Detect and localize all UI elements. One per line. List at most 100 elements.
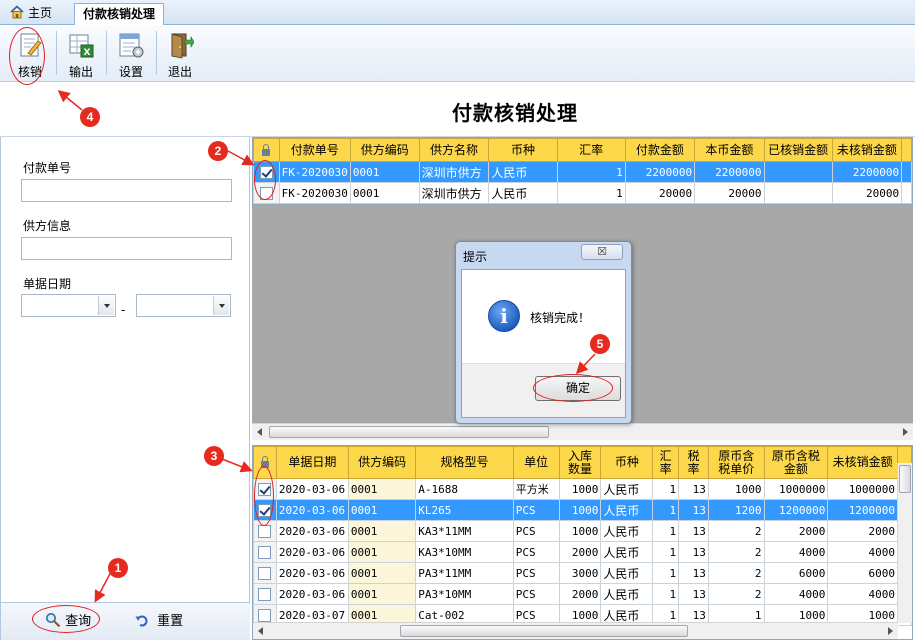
table-cell[interactable]: PCS	[512, 499, 560, 521]
table-cell[interactable]: 4000	[827, 583, 899, 605]
column-header[interactable]: 原币含 税单价	[707, 446, 765, 479]
close-icon[interactable]: ☒	[581, 244, 623, 260]
payment-grid-hscrollbar[interactable]	[252, 423, 913, 440]
table-row[interactable]: FK-2020030 0001 深圳市供方 人民币 1 2200000 2200000 220…	[253, 161, 912, 183]
scroll-left-icon[interactable]	[257, 428, 262, 436]
column-header[interactable]: 未核销金额	[827, 446, 899, 479]
table-cell[interactable]: 2	[707, 541, 765, 563]
table-cell[interactable]: 1000000	[763, 478, 829, 500]
table-cell[interactable]: 2000	[558, 541, 602, 563]
table-cell[interactable]: 2	[707, 583, 765, 605]
table-cell[interactable]: 人民币	[488, 182, 558, 204]
table-cell[interactable]: 人民币	[600, 499, 654, 521]
dropdown-arrow-icon[interactable]	[213, 296, 229, 315]
row-checkbox[interactable]	[258, 587, 272, 601]
table-cell[interactable]: 深圳市供方	[418, 161, 490, 183]
table-cell[interactable]: 2020-03-06	[275, 583, 349, 605]
column-header[interactable]: 币种	[600, 446, 654, 479]
table-cell[interactable]: 3000	[558, 562, 602, 584]
column-header[interactable]: 付款金额	[624, 138, 696, 162]
reset-button[interactable]: 重置	[135, 611, 183, 633]
scroll-thumb[interactable]	[899, 465, 911, 493]
row-checkbox[interactable]	[258, 524, 272, 538]
tab-home[interactable]: 主页	[4, 3, 58, 25]
table-cell[interactable]: 1000	[558, 520, 602, 542]
export-button[interactable]: X 输出	[59, 29, 103, 79]
table-cell[interactable]: 20000	[831, 182, 903, 204]
column-header[interactable]: 汇 率	[652, 446, 680, 479]
table-cell[interactable]: FK-2020030	[278, 182, 351, 204]
table-cell[interactable]: 13	[678, 583, 709, 605]
table-cell[interactable]: PA3*10MM	[415, 583, 514, 605]
table-cell[interactable]: 1000	[707, 478, 765, 500]
table-cell[interactable]: 13	[678, 562, 709, 584]
scroll-right-icon[interactable]	[903, 428, 908, 436]
table-row[interactable]: FK-2020030 0001 深圳市供方 人民币 1 20000 20000 20000	[253, 182, 912, 204]
table-row[interactable]: 2020-03-06 0001 PA3*10MM PCS 2000 人民币 1 13 2 4000…	[253, 583, 912, 605]
table-cell[interactable]: 1	[652, 499, 680, 521]
table-cell[interactable]: 2	[707, 520, 765, 542]
table-cell[interactable]: PCS	[512, 583, 560, 605]
table-cell[interactable]: 4000	[763, 583, 829, 605]
column-header[interactable]: 供方编码	[347, 446, 417, 479]
table-cell[interactable]: 1000	[558, 478, 602, 500]
table-cell[interactable]: 13	[678, 541, 709, 563]
column-header[interactable]: 未核销金额	[831, 138, 903, 162]
table-cell[interactable]: 2020-03-06	[275, 520, 349, 542]
table-cell[interactable]: 2020-03-06	[275, 562, 349, 584]
column-header[interactable]: 供方名称	[418, 138, 490, 162]
table-cell[interactable]: 2000	[827, 520, 899, 542]
table-cell[interactable]: 人民币	[600, 520, 654, 542]
column-header[interactable]: 单位	[512, 446, 560, 479]
table-cell[interactable]: KL265	[415, 499, 514, 521]
column-header[interactable]: 本币金额	[694, 138, 765, 162]
table-cell[interactable]: 1	[652, 520, 680, 542]
table-cell[interactable]: 人民币	[600, 541, 654, 563]
table-row[interactable]: 2020-03-06 0001 PA3*11MM PCS 3000 人民币 1 13 2 6000…	[253, 562, 912, 584]
column-header[interactable]: 汇率	[556, 138, 626, 162]
table-cell[interactable]: 2020-03-06	[275, 541, 349, 563]
table-row[interactable]: 2020-03-06 0001 KA3*10MM PCS 2000 人民币 1 13 2 4000…	[253, 541, 912, 563]
table-cell[interactable]: 1	[652, 562, 680, 584]
settings-button[interactable]: 设置	[109, 29, 153, 79]
table-cell[interactable]: 13	[678, 478, 709, 500]
table-cell[interactable]: 2	[707, 562, 765, 584]
scroll-right-icon[interactable]	[888, 627, 893, 635]
column-header[interactable]: 供方编码	[349, 138, 420, 162]
table-cell[interactable]: KA3*10MM	[415, 541, 514, 563]
table-cell[interactable]: 0001	[349, 161, 420, 183]
scroll-left-icon[interactable]	[258, 627, 263, 635]
column-header[interactable]: 入库 数量	[558, 446, 602, 479]
receipt-grid-hscrollbar[interactable]	[253, 622, 898, 639]
table-cell[interactable]: KA3*11MM	[415, 520, 514, 542]
table-cell[interactable]: 6000	[827, 562, 899, 584]
table-row[interactable]: 2020-03-06 0001 KA3*11MM PCS 1000 人民币 1 13 2 2000…	[253, 520, 912, 542]
table-cell[interactable]: 人民币	[488, 161, 558, 183]
table-cell[interactable]: 2000	[558, 583, 602, 605]
table-cell[interactable]: 1000000	[827, 478, 899, 500]
table-cell[interactable]: 1200000	[827, 499, 899, 521]
payment-no-input[interactable]	[21, 179, 232, 202]
table-cell[interactable]: 6000	[763, 562, 829, 584]
table-cell[interactable]: 人民币	[600, 583, 654, 605]
table-cell[interactable]: 2200000	[694, 161, 765, 183]
table-cell[interactable]: PA3*11MM	[415, 562, 514, 584]
table-cell[interactable]: 1	[652, 541, 680, 563]
column-header[interactable]: 税 率	[678, 446, 709, 479]
column-header[interactable]: 币种	[488, 138, 558, 162]
table-cell[interactable]: 1000	[558, 499, 602, 521]
table-cell[interactable]: 2000	[763, 520, 829, 542]
supplier-input[interactable]	[21, 237, 232, 260]
exit-button[interactable]: 退出	[158, 29, 202, 79]
column-header[interactable]: 规格型号	[415, 446, 514, 479]
dropdown-arrow-icon[interactable]	[98, 296, 114, 315]
table-cell[interactable]: PCS	[512, 520, 560, 542]
table-cell[interactable]: 0001	[347, 520, 417, 542]
table-cell[interactable]	[763, 161, 833, 183]
column-header[interactable]: 付款单号	[278, 138, 351, 162]
table-cell[interactable]: 1	[556, 182, 626, 204]
column-header[interactable]: 原币含税 金额	[763, 446, 829, 479]
row-checkbox[interactable]	[258, 608, 272, 622]
scroll-thumb[interactable]	[269, 426, 549, 438]
table-cell[interactable]: 13	[678, 520, 709, 542]
